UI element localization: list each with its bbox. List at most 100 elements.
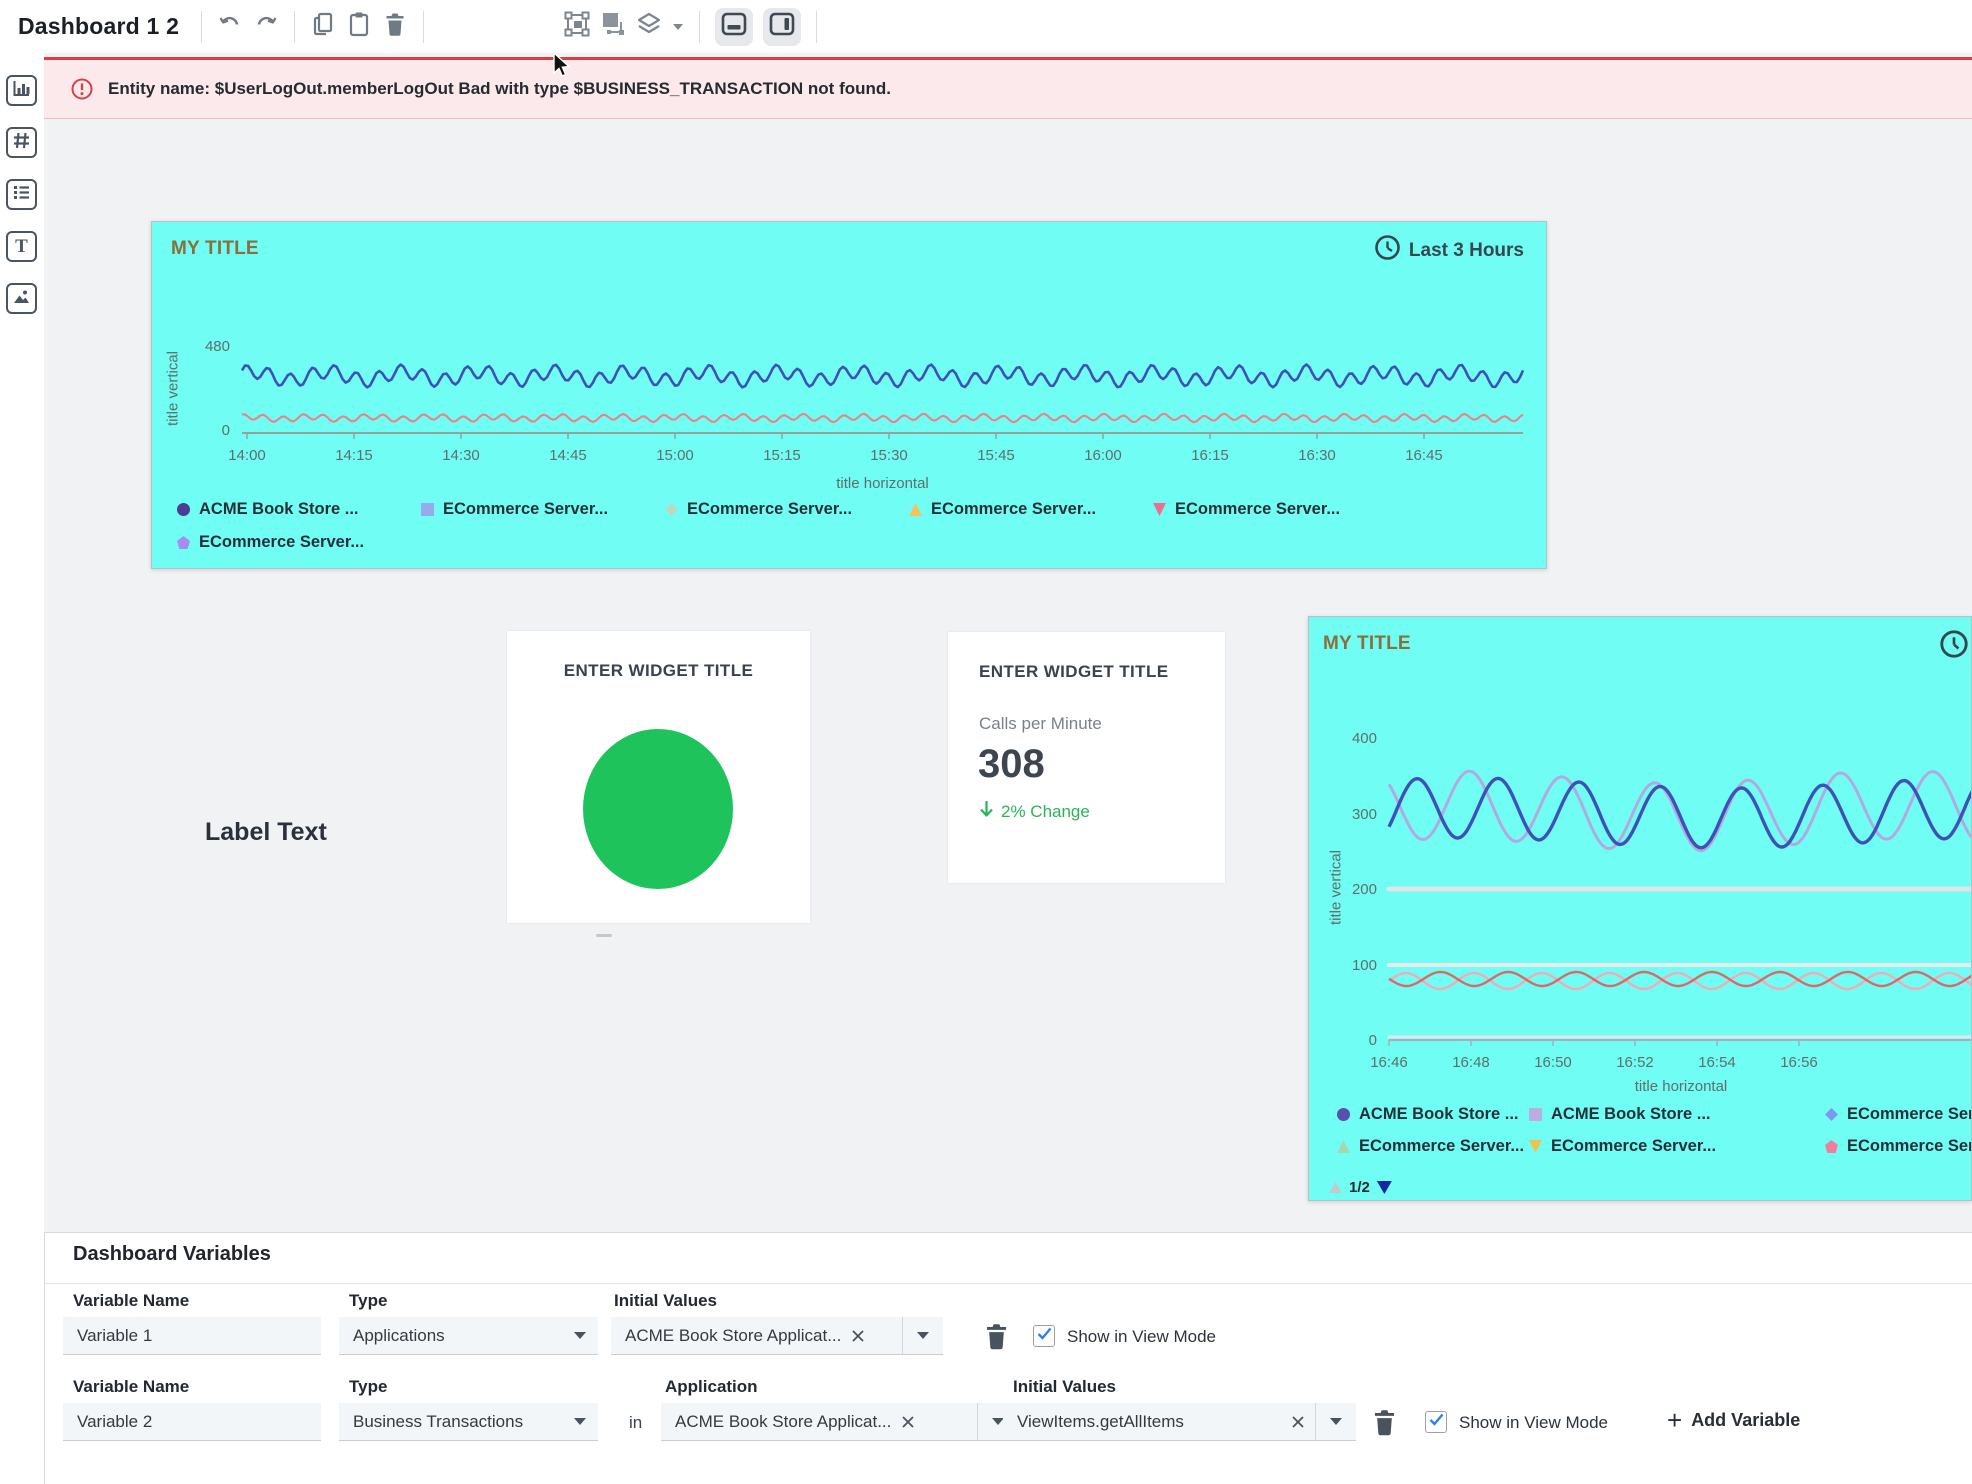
caret-down-icon	[673, 24, 683, 30]
y-tick-label: 300	[1352, 806, 1377, 823]
show-in-view-mode-checkbox[interactable]	[1033, 1325, 1055, 1347]
caret-down-icon	[917, 1332, 929, 1339]
label-widget[interactable]: Label Text	[205, 818, 327, 847]
bottom-panel-icon	[721, 12, 747, 41]
undo-button[interactable]	[215, 12, 245, 42]
legend-item[interactable]: ACME Book Store ...	[1529, 1105, 1825, 1124]
page-down-icon[interactable]	[1377, 1181, 1392, 1194]
timeseries-widget-left[interactable]: MY TITLE Last 3 Hours title vertical 480…	[151, 221, 1547, 569]
y-tick-label: 200	[1352, 881, 1377, 898]
initial-values-label: Initial Values	[1013, 1377, 1116, 1397]
redo-icon	[253, 11, 279, 42]
legend-label: ECommerce Server...	[443, 500, 608, 519]
triangle-marker-icon	[909, 503, 922, 516]
legend-item[interactable]: ECommerce Server...	[1153, 500, 1397, 519]
copy-button[interactable]	[308, 12, 338, 42]
top-toolbar: Dashboard 1 2	[0, 0, 1972, 53]
divider	[45, 1283, 1972, 1284]
time-range-label: Last 3 Hours	[1409, 240, 1524, 262]
legend-item[interactable]: ECommerce Server...	[1337, 1137, 1529, 1156]
legend-item[interactable]: ECommerce Server...	[421, 500, 665, 519]
dashboard-variables-panel: Dashboard Variables Variable Name Type A…	[44, 1232, 1972, 1484]
close-icon[interactable]	[901, 1415, 915, 1429]
application-field[interactable]: ACME Book Store Applicat...	[661, 1403, 1018, 1441]
legend-pagination: 1/2	[1329, 1179, 1392, 1196]
delete-button[interactable]	[380, 12, 410, 42]
show-in-view-mode-label: Show in View Mode	[1067, 1327, 1216, 1347]
x-tick-label: 16:56	[1780, 1054, 1818, 1071]
legend-item[interactable]: ACME Book Store ...	[177, 500, 421, 519]
group-button[interactable]	[562, 12, 592, 42]
layers-dropdown-button[interactable]	[670, 12, 686, 42]
paste-button[interactable]	[344, 12, 374, 42]
variable-name-label: Variable Name	[73, 1377, 189, 1397]
circle-marker-icon	[1337, 1108, 1350, 1121]
add-list-widget-button[interactable]	[6, 179, 37, 210]
x-tick-label: 16:46	[1370, 1054, 1408, 1071]
layers-button[interactable]	[634, 12, 664, 42]
add-text-widget-button[interactable]: T	[6, 231, 37, 262]
right-panel-toggle[interactable]	[763, 8, 801, 46]
legend-item[interactable]: ECommerce Server...	[1825, 1105, 1972, 1124]
bottom-panel-toggle[interactable]	[715, 8, 753, 46]
paste-icon	[347, 11, 371, 42]
clock-icon[interactable]	[1939, 629, 1969, 664]
initial-values-dropdown[interactable]	[903, 1317, 943, 1354]
trash-icon	[1371, 1424, 1398, 1441]
timeseries-chart: 400300200100016:4616:4816:5016:5216:5416…	[1327, 719, 1972, 1103]
widget-title: MY TITLE	[171, 238, 259, 260]
close-icon[interactable]	[851, 1329, 865, 1343]
show-in-view-mode-checkbox[interactable]	[1425, 1411, 1447, 1433]
add-variable-button[interactable]: + Add Variable	[1667, 1407, 1800, 1433]
add-metric-widget-button[interactable]	[6, 127, 37, 158]
delete-variable-button[interactable]	[1371, 1407, 1398, 1442]
legend-label: ECommerce Server...	[1847, 1105, 1972, 1124]
time-range-selector[interactable]: Last 3 Hours	[1374, 234, 1524, 267]
caret-down-icon	[1330, 1418, 1342, 1425]
right-panel-icon	[769, 12, 795, 41]
legend-label: ECommerce Server...	[1847, 1137, 1972, 1156]
legend-item[interactable]: ECommerce Server...	[1529, 1137, 1825, 1156]
dashboard-title: Dashboard 1 2	[18, 13, 179, 40]
pentagon-marker-icon	[177, 536, 190, 549]
copy-icon	[311, 11, 335, 42]
add-chart-widget-button[interactable]	[6, 75, 37, 106]
legend-item[interactable]: ECommerce Server...	[665, 500, 909, 519]
shape-widget[interactable]: ENTER WIDGET TITLE	[507, 631, 810, 923]
page-up-icon[interactable]	[1329, 1182, 1342, 1193]
metric-label: Calls per Minute	[979, 714, 1102, 734]
y-axis-title: title vertical	[165, 334, 182, 444]
metric-widget[interactable]: ENTER WIDGET TITLE Calls per Minute 308 …	[948, 632, 1225, 883]
variable-name-input[interactable]	[63, 1403, 321, 1441]
initial-values-dropdown[interactable]	[1316, 1403, 1356, 1440]
type-select[interactable]: Business Transactions	[339, 1403, 598, 1441]
trash-icon	[383, 11, 407, 42]
toolbar-separator	[201, 11, 202, 43]
legend-label: ECommerce Server...	[199, 533, 364, 552]
timeseries-widget-right[interactable]: MY TITLE title vertical 400300200100016:…	[1308, 616, 1972, 1201]
legend-label: ACME Book Store ...	[199, 500, 359, 519]
chip-value: ViewItems.getAllItems	[1017, 1412, 1281, 1432]
legend-item[interactable]: ECommerce Server...	[177, 533, 421, 552]
bar-chart-icon	[12, 79, 31, 103]
close-icon[interactable]	[1291, 1415, 1305, 1429]
dashboard-editor: { "toolbar": { "title": "Dashboard 1 2" …	[0, 0, 1972, 1484]
add-image-widget-button[interactable]	[6, 283, 37, 314]
error-banner: Entity name: $UserLogOut.memberLogOut Ba…	[44, 57, 1972, 119]
initial-values-field[interactable]: ViewItems.getAllItems	[1003, 1403, 1356, 1441]
initial-values-field[interactable]: ACME Book Store Applicat...	[611, 1317, 943, 1355]
check-icon	[1037, 1327, 1052, 1345]
legend-item[interactable]: ECommerce Server...	[1825, 1137, 1972, 1156]
type-select[interactable]: Applications	[339, 1317, 598, 1355]
legend-label: ECommerce Server...	[1359, 1137, 1524, 1156]
delete-variable-button[interactable]	[983, 1321, 1010, 1356]
legend-label: ACME Book Store ...	[1359, 1105, 1519, 1124]
legend-item[interactable]: ECommerce Server...	[909, 500, 1153, 519]
resize-handle[interactable]	[596, 934, 612, 937]
redo-button[interactable]	[251, 12, 281, 42]
variable-name-input[interactable]	[63, 1317, 321, 1355]
ungroup-button[interactable]	[598, 12, 628, 42]
y-tick-label: 0	[1369, 1032, 1377, 1049]
chart-legend: ACME Book Store ... ACME Book Store ... EC…	[1337, 1105, 1972, 1156]
legend-item[interactable]: ACME Book Store ...	[1337, 1105, 1529, 1124]
